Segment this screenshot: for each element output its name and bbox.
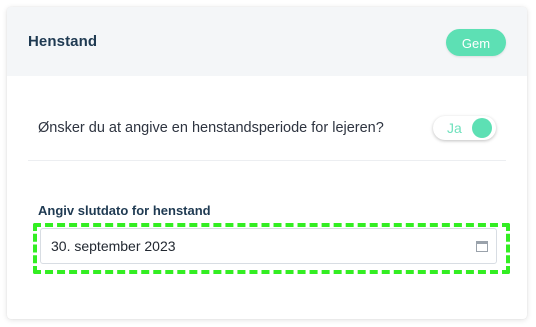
henstand-toggle[interactable]: Ja: [433, 116, 496, 140]
card-header: Henstand Gem: [7, 7, 527, 76]
henstand-question: Ønsker du at angive en henstandsperiode …: [38, 120, 384, 136]
end-date-label: Angiv slutdato for henstand: [38, 203, 211, 218]
end-date-input[interactable]: 30. september 2023: [40, 228, 497, 264]
toggle-label: Ja: [447, 120, 462, 136]
calendar-icon[interactable]: [476, 240, 488, 252]
end-date-value: 30. september 2023: [51, 238, 176, 254]
toggle-knob: [472, 118, 492, 138]
card-title: Henstand: [28, 33, 98, 50]
henstand-card: Henstand Gem Ønsker du at angive en hens…: [7, 7, 527, 319]
save-button[interactable]: Gem: [446, 29, 506, 56]
divider: [28, 160, 506, 161]
